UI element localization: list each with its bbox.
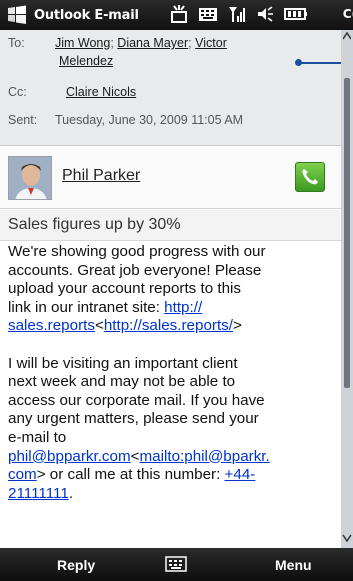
status-bar: Outlook E-mail C( bbox=[0, 0, 353, 30]
to-row-continued: Melendez bbox=[59, 54, 113, 68]
body-line: We're showing good progress with our bbox=[8, 243, 266, 260]
scroll-up-icon[interactable] bbox=[343, 32, 351, 40]
softkey-bar: Reply Menu bbox=[0, 548, 353, 581]
vertical-scrollbar[interactable] bbox=[341, 30, 353, 548]
phone-link-continued[interactable]: 21111111 bbox=[8, 485, 69, 502]
recipient-diana-mayer[interactable]: Diana Mayer bbox=[117, 36, 188, 50]
to-recipients: Jim Wong; Diana Mayer; Victor bbox=[55, 36, 227, 50]
callout-line bbox=[298, 62, 341, 64]
recipient-victor-melendez[interactable]: Victor bbox=[195, 36, 227, 50]
link-bracket: < bbox=[130, 447, 140, 465]
recipient-jim-wong[interactable]: Jim Wong bbox=[55, 36, 110, 50]
cc-label: Cc: bbox=[8, 85, 27, 99]
intranet-link[interactable]: http:// bbox=[164, 299, 202, 316]
avatar[interactable] bbox=[8, 156, 52, 200]
new-mail-icon bbox=[171, 5, 187, 23]
email-header: To: Jim Wong; Diana Mayer; Victor Melend… bbox=[0, 30, 341, 146]
body-text: > or call me at this number: bbox=[36, 466, 225, 484]
email-link[interactable]: phil@bpparkr.com bbox=[8, 448, 131, 465]
sender-contact-bar: Phil Parker bbox=[0, 147, 341, 209]
intranet-url-link[interactable]: http://sales.reports/ bbox=[104, 317, 233, 334]
battery-icon bbox=[284, 8, 307, 20]
email-view: To: Jim Wong; Diana Mayer; Victor Melend… bbox=[0, 30, 341, 548]
body-text: . bbox=[68, 484, 74, 502]
body-line: accounts. Great job everyone! Please bbox=[8, 261, 262, 279]
sent-label: Sent: bbox=[8, 113, 38, 127]
link-bracket: > bbox=[232, 317, 242, 335]
volume-icon bbox=[258, 6, 273, 22]
intranet-link-continued[interactable]: sales.reports bbox=[8, 317, 95, 334]
body-line: e-mail to bbox=[8, 428, 67, 446]
body-line-with-link: 21111111. bbox=[8, 485, 338, 504]
call-button[interactable] bbox=[295, 162, 325, 192]
mailto-link-continued[interactable]: com bbox=[8, 466, 37, 483]
body-line-with-link: link in our intranet site: http:// bbox=[8, 299, 338, 318]
body-text: link in our intranet site: bbox=[8, 298, 165, 316]
scroll-down-icon[interactable] bbox=[341, 530, 353, 546]
recipient-claire-nicols[interactable]: Claire Nicols bbox=[66, 85, 136, 99]
link-bracket: < bbox=[94, 317, 104, 335]
phone-link[interactable]: +44- bbox=[225, 466, 256, 483]
body-line: I will be visiting an important client bbox=[8, 354, 238, 372]
email-subject: Sales figures up by 30% bbox=[0, 210, 341, 241]
body-line-with-link: phil@bpparkr.com<mailto:phil@bparkr. bbox=[8, 448, 338, 467]
person-photo-icon bbox=[9, 157, 51, 199]
keyboard-status-icon bbox=[199, 8, 217, 21]
sender-name[interactable]: Phil Parker bbox=[62, 167, 140, 185]
body-line-with-link: sales.reports<http://sales.reports/> bbox=[8, 317, 338, 336]
scrollbar-thumb[interactable] bbox=[344, 78, 350, 388]
body-line-with-link: com> or call me at this number: +44- bbox=[8, 466, 338, 485]
body-line: upload your account reports to this bbox=[8, 280, 242, 298]
app-title[interactable]: Outlook E-mail bbox=[34, 8, 139, 23]
windows-start-icon[interactable] bbox=[6, 4, 28, 26]
menu-softkey[interactable]: Menu bbox=[275, 557, 312, 573]
recipient-victor-melendez-2[interactable]: Melendez bbox=[59, 54, 113, 68]
reply-softkey[interactable]: Reply bbox=[57, 557, 95, 573]
email-body: We're showing good progress with our acc… bbox=[8, 243, 338, 503]
body-line: any urgent matters, please send your bbox=[8, 410, 259, 428]
body-line: next week and may not be able to bbox=[8, 373, 236, 391]
sent-value: Tuesday, June 30, 2009 11:05 AM bbox=[55, 113, 244, 127]
mailto-link[interactable]: mailto:phil@bparkr. bbox=[140, 448, 270, 465]
to-label: To: bbox=[8, 36, 25, 50]
phone-icon bbox=[302, 169, 318, 185]
signal-icon bbox=[229, 7, 245, 22]
keyboard-icon[interactable] bbox=[165, 556, 187, 572]
body-line: access our corporate mail. If you have bbox=[8, 391, 265, 409]
clock-time: C( bbox=[342, 7, 353, 21]
